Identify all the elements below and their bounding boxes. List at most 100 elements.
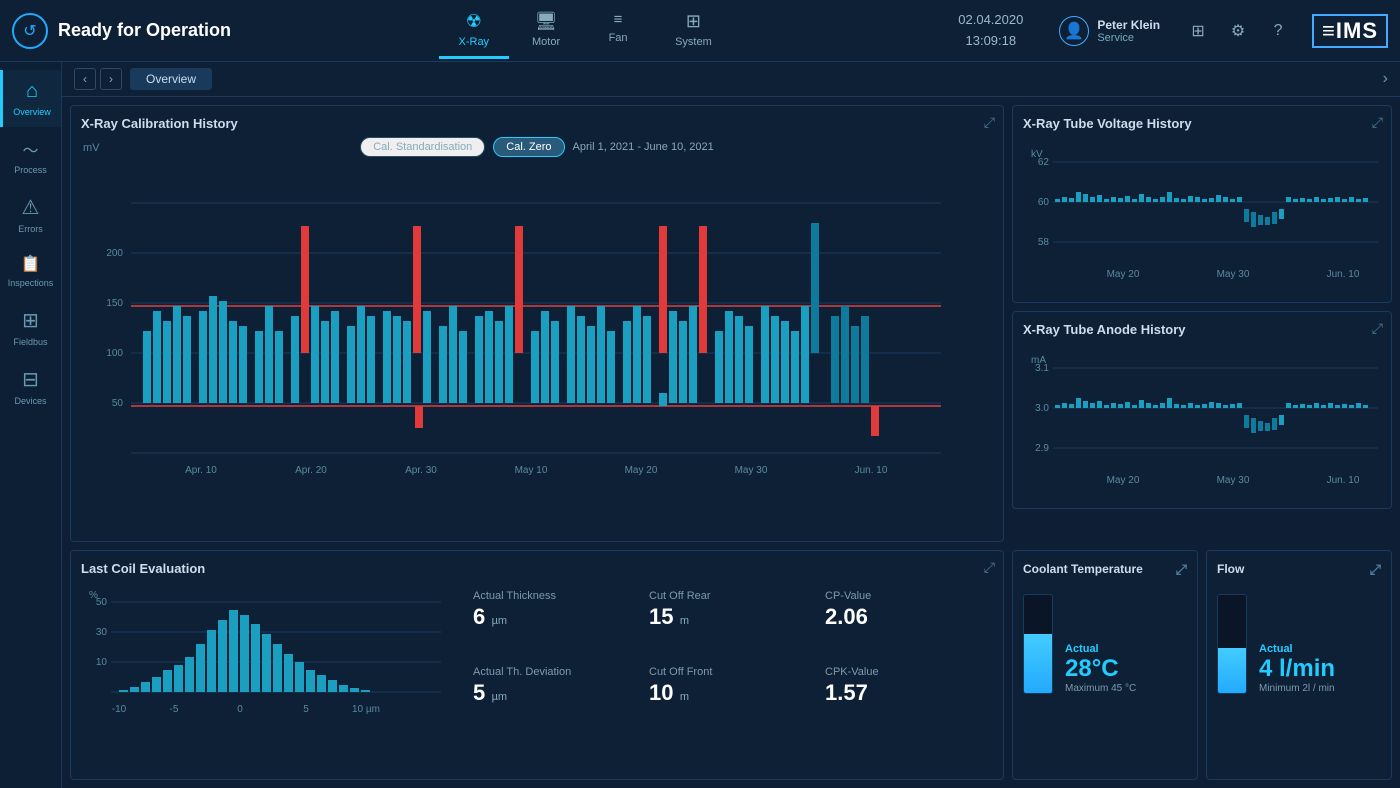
svg-text:100: 100 bbox=[106, 348, 123, 359]
devices-icon: ⊟ bbox=[22, 367, 39, 392]
user-role: Service bbox=[1097, 32, 1160, 44]
cut-off-rear-unit: m bbox=[680, 615, 689, 627]
logo-area: ↺ Ready for Operation bbox=[12, 13, 232, 49]
home-icon: ⌂ bbox=[26, 80, 38, 103]
user-info: 👤 Peter Klein Service bbox=[1043, 16, 1176, 46]
nav-forward-button[interactable]: › bbox=[100, 68, 122, 90]
breadcrumb-label: Overview bbox=[130, 68, 212, 90]
svg-text:60: 60 bbox=[1038, 197, 1050, 208]
anode-card-title: X-Ray Tube Anode History bbox=[1023, 322, 1381, 337]
svg-text:May 30: May 30 bbox=[1217, 269, 1250, 280]
tab-fan[interactable]: ≡ Fan bbox=[583, 3, 653, 59]
voltage-chart-svg: kV 62 60 58 bbox=[1023, 137, 1383, 292]
svg-text:-5: -5 bbox=[170, 704, 179, 715]
cp-value-metric: CP-Value 2.06 bbox=[825, 590, 993, 658]
coil-card-title: Last Coil Evaluation bbox=[81, 561, 993, 576]
svg-text:150: 150 bbox=[106, 298, 123, 309]
help-button[interactable]: ? bbox=[1264, 17, 1292, 45]
calibration-tabs: mV Cal. Standardisation Cal. Zero April … bbox=[81, 137, 993, 157]
coil-expand-button[interactable]: ⤢ bbox=[984, 559, 995, 576]
flow-min-label: Minimum 2l / min bbox=[1259, 683, 1335, 694]
svg-text:Jun. 10: Jun. 10 bbox=[855, 465, 888, 476]
coolant-bar bbox=[1023, 594, 1053, 694]
anode-card: X-Ray Tube Anode History ⤢ mA 3.1 3.0 2.… bbox=[1012, 311, 1392, 509]
bottom-right-panel: Coolant Temperature ⤢ Actual 28°C Maxi bbox=[1012, 550, 1392, 781]
header-actions: ⊞ ⚙ ? bbox=[1176, 17, 1300, 45]
tab-motor[interactable]: 🖥 Motor bbox=[511, 3, 581, 59]
flow-values: Actual 4 l/min Minimum 2l / min bbox=[1259, 643, 1335, 694]
sidebar-item-fieldbus[interactable]: ⊞ Fieldbus bbox=[0, 298, 61, 357]
sidebar-item-process[interactable]: 〜 Process bbox=[0, 127, 61, 185]
breadcrumb-bar: ‹ › Overview › bbox=[62, 62, 1400, 97]
svg-text:50: 50 bbox=[112, 398, 124, 409]
coolant-actual-label: Actual bbox=[1065, 643, 1136, 655]
svg-text:May 30: May 30 bbox=[735, 465, 768, 476]
sidebar-collapse-button[interactable]: › bbox=[1383, 70, 1388, 88]
svg-text:10: 10 bbox=[96, 657, 108, 668]
svg-text:May 20: May 20 bbox=[1107, 475, 1140, 486]
voltage-expand-button[interactable]: ⤢ bbox=[1372, 114, 1383, 131]
breadcrumb-nav: ‹ › bbox=[74, 68, 122, 90]
xray-icon: ☢ bbox=[466, 11, 482, 32]
sidebar-item-inspections[interactable]: 📋 Inspections bbox=[0, 244, 61, 298]
cpk-value-value: 1.57 bbox=[825, 680, 993, 706]
calibration-expand-button[interactable]: ⤢ bbox=[984, 114, 995, 131]
svg-text:May 20: May 20 bbox=[625, 465, 658, 476]
coolant-expand-button[interactable]: ⤢ bbox=[1176, 561, 1187, 578]
svg-text:30: 30 bbox=[96, 627, 108, 638]
svg-text:2.9: 2.9 bbox=[1035, 443, 1049, 454]
cut-off-rear-label: Cut Off Rear bbox=[649, 590, 817, 602]
flow-expand-button[interactable]: ⤢ bbox=[1370, 561, 1381, 578]
calibration-chart-svg: 200 150 100 50 bbox=[81, 163, 951, 503]
content-area: ‹ › Overview › X-Ray Calibration History… bbox=[62, 62, 1400, 788]
flow-fill bbox=[1218, 648, 1246, 692]
nav-back-button[interactable]: ‹ bbox=[74, 68, 96, 90]
header: ↺ Ready for Operation ☢ X-Ray 🖥 Motor ≡ … bbox=[0, 0, 1400, 62]
flow-bar bbox=[1217, 594, 1247, 694]
svg-text:May 10: May 10 bbox=[515, 465, 548, 476]
cut-off-front-unit: m bbox=[680, 691, 689, 703]
calibration-card: X-Ray Calibration History ⤢ mV Cal. Stan… bbox=[70, 105, 1004, 542]
sidebar-item-overview[interactable]: ⌂ Overview bbox=[0, 70, 61, 127]
anode-expand-button[interactable]: ⤢ bbox=[1372, 320, 1383, 337]
flow-title: Flow ⤢ bbox=[1217, 561, 1381, 578]
tab-xray[interactable]: ☢ X-Ray bbox=[439, 3, 510, 59]
date-display: 02.04.2020 bbox=[958, 10, 1023, 31]
tab-system[interactable]: ⊞ System bbox=[655, 3, 732, 59]
sidebar-item-errors[interactable]: ⚠ Errors bbox=[0, 185, 61, 244]
datetime: 02.04.2020 13:09:18 bbox=[938, 10, 1043, 52]
svg-text:Apr. 10: Apr. 10 bbox=[185, 465, 217, 476]
cpk-value-metric: CPK-Value 1.57 bbox=[825, 666, 993, 734]
svg-text:50: 50 bbox=[96, 597, 108, 608]
process-icon: 〜 bbox=[22, 137, 38, 161]
fullscreen-button[interactable]: ⊞ bbox=[1184, 17, 1212, 45]
nav-tabs: ☢ X-Ray 🖥 Motor ≡ Fan ⊞ System bbox=[232, 3, 938, 59]
voltage-card: X-Ray Tube Voltage History ⤢ kV 62 60 58 bbox=[1012, 105, 1392, 303]
svg-text:62: 62 bbox=[1038, 157, 1050, 168]
logo-icon: ↺ bbox=[12, 13, 48, 49]
svg-text:58: 58 bbox=[1038, 237, 1050, 248]
date-range-label: April 1, 2021 - June 10, 2021 bbox=[573, 141, 714, 153]
cal-zero-tab[interactable]: Cal. Zero bbox=[493, 137, 564, 157]
coolant-content: Actual 28°C Maximum 45 °C bbox=[1023, 586, 1187, 702]
sidebar: ⌂ Overview 〜 Process ⚠ Errors 📋 Inspecti… bbox=[0, 62, 62, 788]
system-icon: ⊞ bbox=[686, 11, 701, 32]
svg-text:May 20: May 20 bbox=[1107, 269, 1140, 280]
coil-metrics: Actual Thickness 6 µm Cut Off Rear 15 m bbox=[473, 582, 993, 742]
actual-deviation-label: Actual Th. Deviation bbox=[473, 666, 641, 678]
clipboard-icon: 📋 bbox=[21, 254, 41, 274]
fan-icon: ≡ bbox=[614, 11, 623, 28]
cal-standardisation-tab[interactable]: Cal. Standardisation bbox=[360, 137, 485, 157]
svg-text:0: 0 bbox=[237, 704, 243, 715]
coolant-values: Actual 28°C Maximum 45 °C bbox=[1065, 643, 1136, 694]
sidebar-item-devices[interactable]: ⊟ Devices bbox=[0, 357, 61, 416]
calibration-card-title: X-Ray Calibration History bbox=[81, 116, 993, 131]
cp-value-value: 2.06 bbox=[825, 604, 993, 630]
flow-content: Actual 4 l/min Minimum 2l / min bbox=[1217, 586, 1381, 702]
flow-actual-value: 4 l/min bbox=[1259, 655, 1335, 683]
cut-off-front-metric: Cut Off Front 10 m bbox=[649, 666, 817, 734]
svg-text:5: 5 bbox=[303, 704, 309, 715]
flow-gauge bbox=[1217, 594, 1247, 694]
svg-text:Apr. 20: Apr. 20 bbox=[295, 465, 327, 476]
settings-button[interactable]: ⚙ bbox=[1224, 17, 1252, 45]
